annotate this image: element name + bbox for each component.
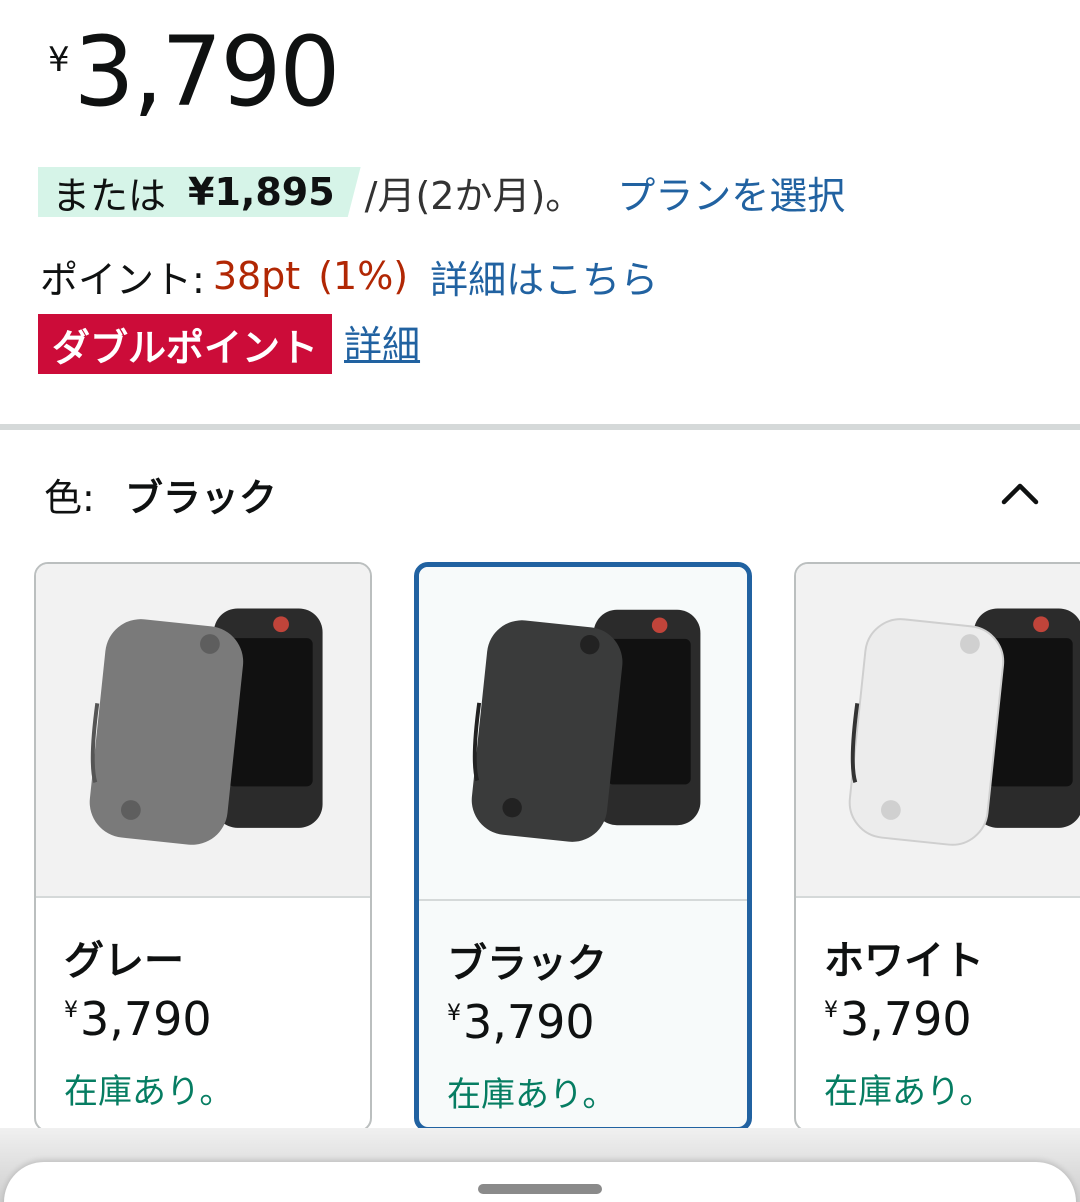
price-value: 3,790	[73, 16, 341, 128]
product-page: ¥ 3,790 または ¥1,895 /月(2か月)。 プランを選択 ポイント:…	[0, 0, 1080, 1202]
points-value: 38pt	[212, 254, 301, 298]
swatch-stock-status: 在庫あり。	[64, 1072, 234, 1112]
color-swatch-gray[interactable]: グレー ¥ 3,790 在庫あり。	[34, 562, 372, 1132]
product-image	[796, 564, 1080, 898]
double-points-details-link[interactable]: 詳細	[344, 316, 420, 374]
section-divider	[0, 424, 1080, 430]
swatch-price: ¥ 3,790	[447, 995, 595, 1049]
color-swatch-white[interactable]: ホワイト ¥ 3,790 在庫あり。	[794, 562, 1080, 1132]
double-points-row: ダブルポイント 詳細	[38, 314, 420, 374]
double-points-badge: ダブルポイント	[38, 314, 333, 374]
sheet-drag-handle[interactable]	[478, 1184, 602, 1194]
installment-prefix: または	[52, 173, 167, 218]
swatch-price-symbol: ¥	[824, 998, 838, 1023]
swatch-price: ¥ 3,790	[824, 992, 972, 1046]
color-label: 色:	[44, 475, 95, 520]
product-image	[36, 564, 370, 898]
price-currency-symbol: ¥	[48, 40, 70, 80]
swatch-name: グレー	[64, 938, 184, 984]
swatch-price: ¥ 3,790	[64, 992, 212, 1046]
swatch-stock-status: 在庫あり。	[824, 1072, 994, 1112]
points-label: ポイント:	[40, 257, 205, 302]
swatch-price-value: 3,790	[840, 992, 972, 1046]
color-selector-header[interactable]: 色: ブラック	[44, 466, 1044, 522]
color-swatch-list: グレー ¥ 3,790 在庫あり。 ブラック ¥ 3,790 在庫あり。 ホワイ…	[34, 562, 1080, 1134]
points-details-link[interactable]: 詳細はこちら	[430, 249, 658, 304]
points-row: ポイント: 38pt (1%) 詳細はこちら	[40, 250, 658, 302]
color-swatch-black[interactable]: ブラック ¥ 3,790 在庫あり。	[414, 562, 752, 1132]
product-case-image	[848, 608, 1080, 846]
swatch-price-value: 3,790	[80, 992, 212, 1046]
swatch-price-symbol: ¥	[447, 1001, 461, 1026]
installment-badge: または ¥1,895	[38, 167, 361, 217]
price: ¥ 3,790	[48, 16, 341, 128]
color-selected-value: ブラック	[124, 475, 277, 520]
chevron-up-icon[interactable]	[1000, 474, 1040, 514]
installment-amount: ¥1,895	[188, 170, 335, 214]
swatch-price-value: 3,790	[463, 995, 595, 1049]
installment-row: または ¥1,895 /月(2か月)。 プランを選択	[38, 166, 845, 218]
swatch-name: ホワイト	[824, 938, 984, 984]
bottom-sheet[interactable]	[4, 1162, 1076, 1202]
points-percent: (1%)	[318, 254, 409, 298]
swatch-stock-status: 在庫あり。	[447, 1075, 617, 1115]
product-case-image	[471, 609, 701, 842]
swatch-name: ブラック	[447, 941, 607, 987]
swatch-price-symbol: ¥	[64, 998, 78, 1023]
product-case-image	[89, 608, 323, 845]
installment-suffix: /月(2か月)。	[364, 173, 584, 218]
select-plan-link[interactable]: プランを選択	[617, 165, 845, 220]
product-image	[419, 567, 747, 901]
